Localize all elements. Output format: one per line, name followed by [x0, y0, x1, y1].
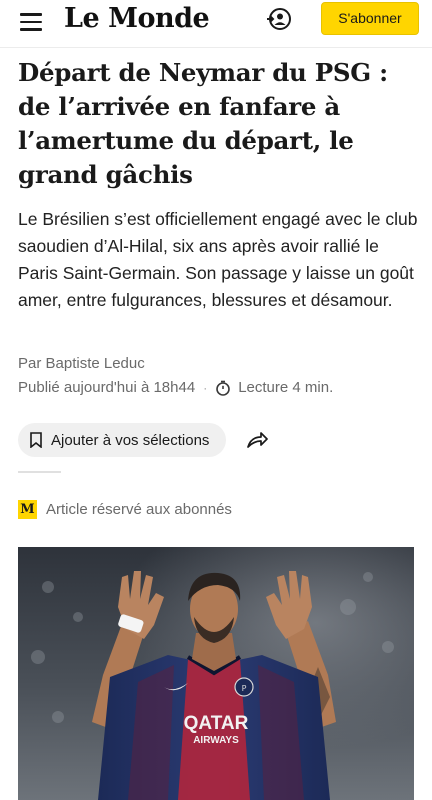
- add-to-selections-button[interactable]: Ajouter à vos sélections: [18, 423, 226, 457]
- article-standfirst: Le Brésilien s’est officiellement engagé…: [18, 209, 418, 310]
- divider: [18, 471, 61, 473]
- article-photo[interactable]: P QATAR AIRWAYS: [18, 547, 414, 800]
- bookmark-icon: [30, 432, 42, 448]
- publish-date: Publié aujourd'hui à 18h44: [18, 379, 196, 396]
- svg-text:P: P: [242, 684, 247, 693]
- premium-notice: M Article réservé aux abonnés: [18, 500, 232, 519]
- jersey-sponsor: QATAR: [184, 713, 249, 734]
- neymar-photo-illustration: P QATAR AIRWAYS: [18, 547, 414, 800]
- hamburger-icon-bar: [20, 28, 42, 31]
- hamburger-icon-bar: [20, 20, 42, 23]
- site-logo[interactable]: Le Monde: [64, 4, 210, 34]
- reading-time: Lecture 4 min.: [238, 379, 334, 396]
- article-title: Départ de Neymar du PSG : de l’arrivée e…: [18, 58, 388, 189]
- meta-separator: ·: [203, 381, 208, 395]
- subscribe-button[interactable]: S'abonner: [321, 2, 419, 35]
- premium-label: Article réservé aux abonnés: [46, 501, 232, 518]
- le-monde-m-icon: M: [18, 500, 37, 519]
- jersey-sponsor-sub: AIRWAYS: [193, 735, 239, 746]
- article-byline[interactable]: Par Baptiste Leduc: [18, 354, 145, 374]
- account-icon: [267, 8, 291, 30]
- share-button[interactable]: [245, 429, 269, 451]
- hamburger-icon: [20, 13, 42, 16]
- menu-button[interactable]: [18, 10, 44, 34]
- site-header: Le Monde S'abonner: [0, 0, 432, 48]
- clock-icon: [216, 380, 230, 396]
- account-button[interactable]: [266, 6, 292, 32]
- article-meta: Publié aujourd'hui à 18h44 · Lecture 4 m…: [18, 378, 333, 398]
- add-to-selections-label: Ajouter à vos sélections: [51, 431, 210, 449]
- share-icon: [247, 432, 268, 448]
